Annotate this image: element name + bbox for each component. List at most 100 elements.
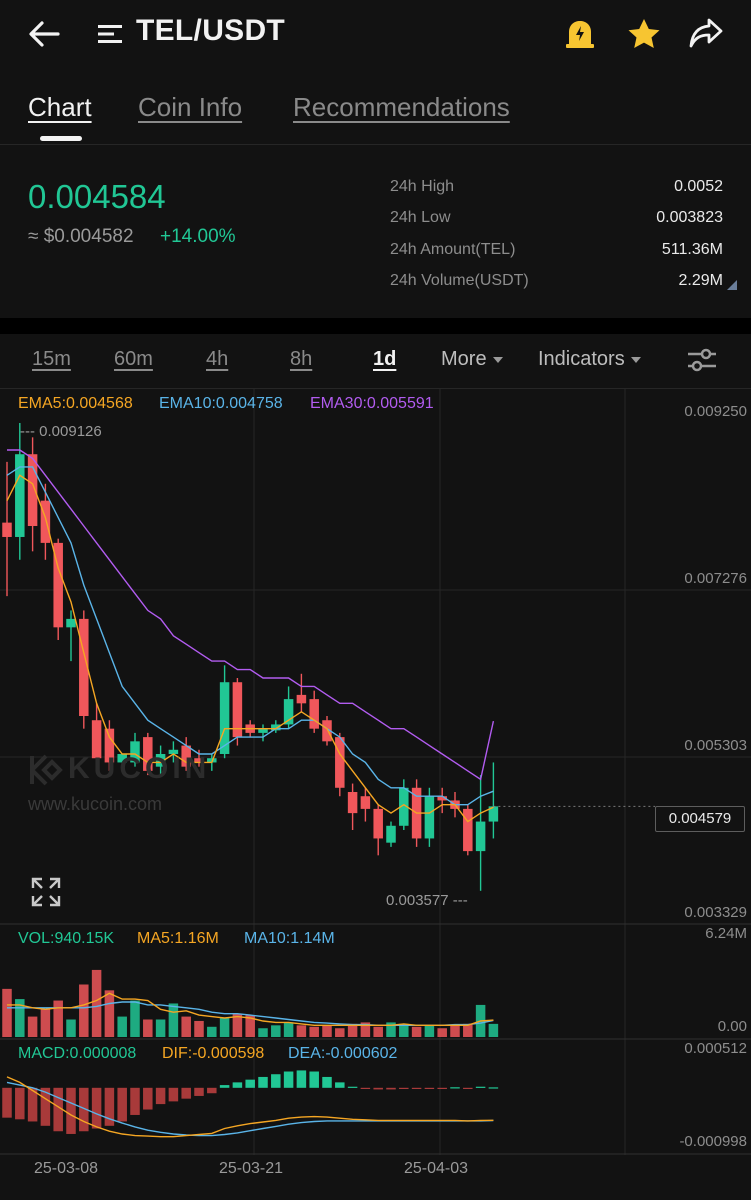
macd-histogram-bar — [373, 1087, 383, 1090]
volume-ma10-legend: MA10:1.14M — [244, 930, 335, 947]
macd-histogram-bar — [347, 1086, 358, 1088]
macd-histogram-bar — [386, 1087, 396, 1090]
candle-body — [347, 792, 358, 814]
dif-legend: DIF:-0.000598 — [162, 1045, 265, 1062]
volume-bar — [450, 1025, 460, 1037]
volume-bar — [130, 1000, 140, 1037]
candle-body — [475, 821, 486, 852]
volume-axis-label: 0.00 — [717, 1018, 747, 1035]
corner-triangle-icon — [727, 280, 737, 290]
macd-histogram-bar — [2, 1087, 12, 1118]
macd-histogram-bar — [271, 1074, 281, 1088]
volume-bar — [322, 1025, 332, 1037]
volume-bar — [335, 1028, 345, 1037]
volume-bar — [53, 1000, 63, 1037]
macd-histogram-bar — [335, 1082, 345, 1088]
share-icon[interactable] — [686, 14, 726, 52]
macd-histogram-bar — [130, 1087, 140, 1115]
macd-histogram-bar — [399, 1087, 409, 1090]
macd-histogram-bar — [309, 1071, 319, 1088]
watermark-url: www.kucoin.com — [28, 794, 163, 814]
volume-bar — [207, 1026, 217, 1037]
macd-histogram-bar — [360, 1087, 371, 1090]
usd-price: ≈ $0.004582 — [28, 226, 134, 247]
indicators-button[interactable]: Indicators — [538, 348, 641, 371]
date-label: 25-03-08 — [34, 1160, 99, 1177]
price-axis-label: 0.007276 — [684, 570, 747, 587]
timeframe-8h[interactable]: 8h — [290, 348, 312, 371]
stat-value-amount: 511.36M — [661, 241, 723, 258]
macd-histogram-bar — [15, 1087, 25, 1120]
pair-title[interactable]: TEL/USDT — [136, 14, 285, 48]
kucoin-logo-icon — [30, 754, 63, 786]
volume-bar — [271, 1025, 281, 1037]
timeframe-15m[interactable]: 15m — [32, 348, 71, 371]
volume-bar — [258, 1028, 268, 1037]
candle-body — [463, 808, 473, 852]
macd-histogram-bar — [437, 1087, 447, 1090]
sliders-icon[interactable] — [686, 346, 718, 374]
date-label: 25-03-21 — [219, 1160, 284, 1177]
macd-histogram-bar — [475, 1086, 486, 1088]
stat-value-high: 0.0052 — [674, 178, 723, 195]
volume-bar — [424, 1025, 435, 1037]
arrow-left-icon[interactable] — [24, 16, 64, 52]
macd-histogram-bar — [488, 1087, 499, 1089]
volume-bar — [66, 1019, 76, 1037]
macd-histogram-bar — [117, 1087, 127, 1122]
caret-down-icon — [492, 356, 503, 363]
stat-label-high: 24h High — [390, 178, 455, 195]
volume-bar — [411, 1026, 422, 1037]
price-alert-icon[interactable] — [560, 16, 600, 52]
more-label: More — [441, 348, 487, 370]
date-label: 25-04-03 — [404, 1160, 469, 1177]
macd-histogram-bar — [463, 1087, 473, 1090]
stat-value-low: 0.003823 — [656, 209, 723, 226]
star-icon[interactable] — [624, 16, 664, 52]
current-price-tag: 0.004579 — [655, 806, 745, 832]
tab-chart[interactable]: Chart — [28, 92, 92, 123]
section-separator — [0, 318, 751, 334]
timeframe-60m[interactable]: 60m — [114, 348, 153, 371]
tab-recommendations[interactable]: Recommendations — [293, 92, 510, 123]
watermark-name: KUCOIN — [68, 752, 211, 785]
volume-bar — [437, 1028, 447, 1037]
volume-bar — [296, 1025, 307, 1037]
macd-histogram-bar — [411, 1087, 422, 1090]
tabs-divider — [0, 144, 751, 145]
volume-bar — [309, 1026, 319, 1037]
volume-bar — [79, 984, 89, 1037]
tab-coin-info[interactable]: Coin Info — [138, 92, 242, 123]
top-bar: TEL/USDT — [0, 0, 751, 70]
macd-axis-label: 0.000512 — [684, 1040, 747, 1057]
macd-histogram-bar — [66, 1087, 76, 1134]
timeframe-1d[interactable]: 1d — [373, 348, 396, 371]
period-high-value: 0.009126 — [39, 423, 102, 440]
caret-down-icon — [630, 356, 641, 363]
period-low-marker: 0.003577 --- — [386, 892, 468, 909]
candle-body — [373, 808, 383, 839]
list-menu-icon[interactable] — [96, 20, 124, 48]
volume-legend: VOL:940.15K — [18, 930, 115, 947]
timeframe-4h[interactable]: 4h — [206, 348, 228, 371]
volume-bar — [283, 1022, 294, 1037]
price-axis-label: 0.005303 — [684, 737, 747, 754]
ema30-legend: EMA30:0.005591 — [310, 395, 434, 412]
volume-bar — [155, 1019, 166, 1037]
volume-bar — [27, 1016, 38, 1037]
macd-histogram-bar — [450, 1087, 460, 1089]
price-change: +14.00% — [160, 226, 236, 247]
volume-bar — [181, 1016, 191, 1037]
tab-bar: Chart Coin Info Recommendations — [0, 78, 751, 142]
macd-histogram-bar — [219, 1085, 230, 1088]
more-timeframes-button[interactable]: More — [441, 348, 503, 371]
macd-histogram-bar — [296, 1070, 307, 1088]
macd-histogram-bar — [207, 1087, 217, 1094]
macd-histogram-bar — [424, 1087, 435, 1090]
expand-icon[interactable] — [30, 876, 62, 908]
stat-value-volume[interactable]: 2.29M — [679, 272, 723, 290]
volume-bar — [117, 1016, 127, 1037]
candle-body — [2, 522, 12, 537]
volume-bar — [488, 1023, 499, 1037]
volume-axis-label: 6.24M — [705, 925, 747, 942]
